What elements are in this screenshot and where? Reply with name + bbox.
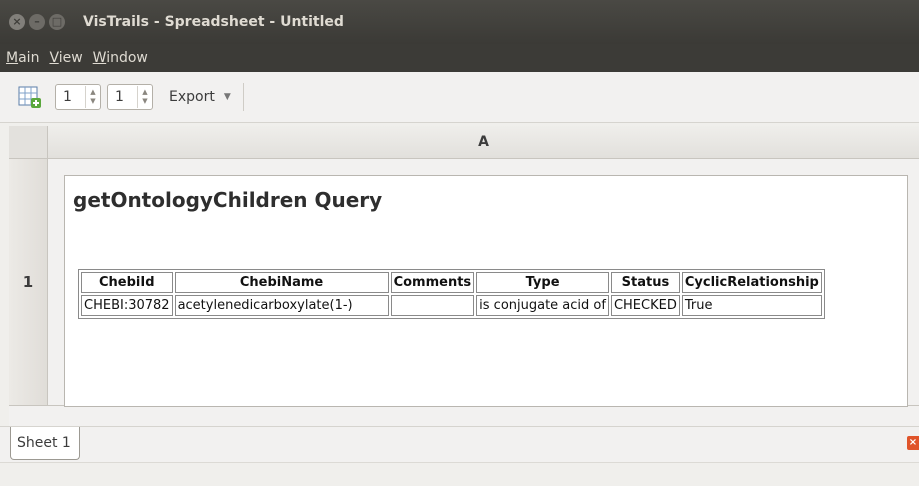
- grid-corner[interactable]: [9, 126, 48, 159]
- menu-window-label: indow: [106, 50, 148, 66]
- cell-status: CHECKED: [610, 295, 680, 316]
- header-chebiname: ChebiName: [174, 272, 389, 293]
- menu-main[interactable]: Main: [6, 50, 39, 66]
- chevron-down-icon[interactable]: ▼: [224, 92, 231, 102]
- sheet-tab-label: Sheet 1: [17, 435, 71, 451]
- menu-main-label: ain: [18, 50, 40, 66]
- header-type: Type: [476, 272, 609, 293]
- table-row: CHEBI:30782 acetylenedicarboxylate(1-) i…: [81, 295, 822, 316]
- header-comments: Comments: [390, 272, 475, 293]
- sheet-tab-bar: Sheet 1 ×: [0, 426, 919, 463]
- cell-chebiname: acetylenedicarboxylate(1-): [174, 295, 389, 316]
- header-cyclicrelationship: CyclicRelationship: [681, 272, 822, 293]
- cell-cyclicrelationship: True: [681, 295, 822, 316]
- spreadsheet-grid: A 1 getOntologyChildren Query ChebiId Ch…: [9, 126, 919, 426]
- rows-spinbox[interactable]: 1 ▲ ▼: [55, 84, 101, 110]
- spreadsheet-cell-a1[interactable]: getOntologyChildren Query ChebiId ChebiN…: [64, 175, 908, 407]
- export-button[interactable]: Export ▼: [169, 89, 231, 105]
- grid-plus-icon: [18, 86, 41, 108]
- menu-view-mnemonic: V: [49, 50, 59, 66]
- add-sheet-button[interactable]: [13, 80, 47, 114]
- menu-window-mnemonic: W: [92, 50, 107, 66]
- window-title: VisTrails - Spreadsheet - Untitled: [83, 14, 344, 30]
- toolbar: 1 ▲ ▼ 1 ▲ ▼ Export ▼: [0, 72, 919, 123]
- sheet-tab[interactable]: Sheet 1: [10, 427, 80, 460]
- toolbar-separator: [242, 83, 244, 111]
- cols-spinbox[interactable]: 1 ▲ ▼: [107, 84, 153, 110]
- cell-comments: [390, 295, 475, 316]
- minimize-window-button[interactable]: –: [29, 14, 45, 30]
- menu-view[interactable]: View: [49, 50, 82, 66]
- query-title: getOntologyChildren Query: [73, 188, 383, 212]
- close-icon[interactable]: ×: [907, 436, 919, 450]
- status-bar: [0, 462, 919, 486]
- title-bar: × – □ VisTrails - Spreadsheet - Untitled: [0, 0, 919, 44]
- header-chebiid: ChebiId: [81, 272, 173, 293]
- maximize-window-button[interactable]: □: [49, 14, 65, 30]
- cell-chebiid: CHEBI:30782: [81, 295, 173, 316]
- rows-stepper[interactable]: ▲ ▼: [85, 86, 100, 108]
- rows-value: 1: [63, 89, 72, 105]
- menu-window[interactable]: Window: [93, 50, 148, 66]
- close-window-button[interactable]: ×: [9, 14, 25, 30]
- column-header-a[interactable]: A: [48, 126, 919, 159]
- export-label: Export: [169, 89, 215, 105]
- results-table: ChebiId ChebiName Comments Type Status C…: [78, 269, 825, 319]
- cols-stepper[interactable]: ▲ ▼: [137, 86, 152, 108]
- cols-value: 1: [115, 89, 124, 105]
- header-status: Status: [610, 272, 680, 293]
- table-header-row: ChebiId ChebiName Comments Type Status C…: [81, 272, 822, 293]
- menu-view-label: iew: [58, 50, 83, 66]
- row-header-1[interactable]: 1: [9, 159, 48, 405]
- menu-main-mnemonic: M: [6, 50, 19, 66]
- cell-type: is conjugate acid of: [476, 295, 609, 316]
- menu-bar: Main View Window: [0, 44, 919, 72]
